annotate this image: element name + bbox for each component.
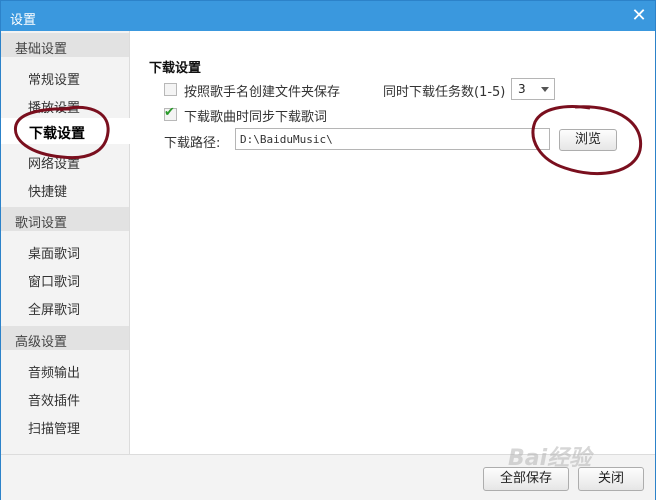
sidebar-item-download[interactable]: 下载设置 (1, 118, 130, 144)
sidebar-item-playback[interactable]: 播放设置 (1, 91, 129, 117)
sidebar-item-shortcuts[interactable]: 快捷键 (1, 175, 129, 201)
download-settings-panel: 下载设置 按照歌手名创建文件夹保存 同时下载任务数(1-5) 3 ✔ 下载歌曲时… (130, 31, 655, 454)
sidebar-item-window-lyrics[interactable]: 窗口歌词 (1, 265, 129, 291)
create-folder-label: 按照歌手名创建文件夹保存 (184, 85, 341, 100)
sidebar: 基础设置 常规设置 播放设置 下载设置 网络设置 快捷键 歌词设置 桌面歌词 窗… (1, 31, 130, 454)
concurrent-tasks-label: 同时下载任务数(1-5) (383, 85, 506, 100)
group-header-lyrics: 歌词设置 (1, 207, 129, 231)
chevron-down-icon (541, 87, 549, 92)
window-title: 设置 (10, 13, 37, 28)
title-bar: 设置 ✕ (1, 1, 655, 31)
sidebar-item-general[interactable]: 常规设置 (1, 63, 129, 89)
sidebar-item-desktop-lyrics[interactable]: 桌面歌词 (1, 237, 129, 263)
concurrent-tasks-select[interactable]: 3 (511, 78, 555, 100)
sidebar-item-fullscreen-lyrics[interactable]: 全屏歌词 (1, 293, 129, 319)
sync-lyrics-checkbox[interactable]: ✔ (164, 105, 177, 121)
group-header-basic: 基础设置 (1, 33, 129, 57)
watermark-logo: Bai经验 (508, 446, 592, 471)
sidebar-item-scan-management[interactable]: 扫描管理 (1, 412, 129, 438)
section-title: 下载设置 (149, 61, 202, 76)
create-folder-checkbox[interactable] (164, 83, 177, 96)
checkmark-icon: ✔ (164, 105, 175, 120)
download-path-label: 下载路径: (164, 136, 221, 151)
close-icon[interactable]: ✕ (629, 6, 649, 26)
sidebar-item-effects-plugins[interactable]: 音效插件 (1, 384, 129, 410)
group-header-advanced: 高级设置 (1, 326, 129, 350)
sidebar-item-network[interactable]: 网络设置 (1, 147, 129, 173)
sync-lyrics-label: 下载歌曲时同步下载歌词 (184, 110, 328, 125)
browse-button[interactable]: 浏览 (559, 129, 617, 151)
sidebar-item-audio-output[interactable]: 音频输出 (1, 356, 129, 382)
download-path-input[interactable] (235, 128, 550, 150)
settings-window: 设置 ✕ 基础设置 常规设置 播放设置 下载设置 网络设置 快捷键 歌词设置 桌… (0, 0, 656, 500)
